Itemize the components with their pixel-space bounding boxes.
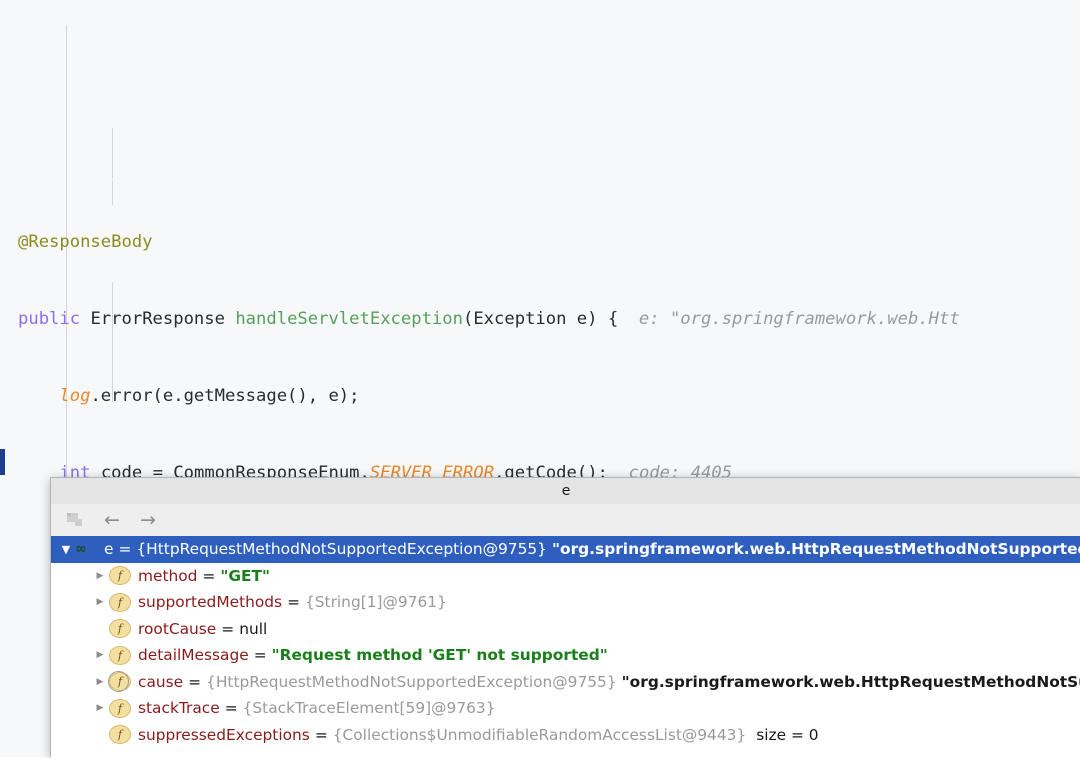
- tree-row-equals: =: [314, 725, 328, 744]
- field-icon: f: [109, 566, 131, 586]
- indent-guide-3: [112, 180, 113, 205]
- tree-row-name: detailMessage: [138, 646, 249, 665]
- tree-row-name: suppressedExceptions: [138, 725, 310, 744]
- popup-title: e: [51, 478, 1080, 504]
- code-line: public ErrorResponse handleServletExcept…: [18, 309, 960, 330]
- tree-row-name: e: [104, 540, 114, 559]
- tree-row-name: stackTrace: [138, 699, 220, 718]
- tree-row-value: {Collections$UnmodifiableRandomAccessLis…: [332, 725, 747, 744]
- chevron-down-icon[interactable]: ▼: [57, 543, 75, 556]
- tree-row[interactable]: ▶ f stackTrace = {StackTraceElement[59]@9763…: [51, 695, 1080, 722]
- back-arrow-icon[interactable]: ←: [101, 509, 123, 531]
- chevron-right-icon[interactable]: ▶: [91, 597, 109, 607]
- tree-row-equals: =: [118, 540, 132, 559]
- popup-toolbar[interactable]: ← →: [51, 504, 1080, 536]
- field-icon: f: [109, 619, 131, 639]
- chevron-right-icon[interactable]: ▶: [91, 703, 109, 713]
- indent-guide-2: [112, 128, 113, 179]
- tree-row-value: "Request method 'GET' not supported": [271, 646, 608, 665]
- tree-row-equals: =: [188, 672, 202, 691]
- tree-row-value: null: [239, 619, 268, 638]
- chevron-right-icon[interactable]: ▶: [91, 650, 109, 660]
- field-icon: f: [109, 645, 131, 665]
- tree-row[interactable]: ▶fsuppressedExceptions={Collections$Unmo…: [51, 722, 1080, 749]
- tree-row-name: cause: [138, 672, 184, 691]
- tree-row-value-tail: "org.springframework.web.HttpRequestMeth…: [551, 540, 1080, 559]
- tree-row-value-size: size = 0: [756, 725, 819, 744]
- variables-tree[interactable]: ▼ ∞ e = {HttpRequestMethodNotSupportedExcept…: [51, 536, 1080, 758]
- tree-row[interactable]: ▼ ∞ e = {HttpRequestMethodNotSupportedExcept…: [51, 536, 1080, 563]
- tree-row[interactable]: ▶frootCause=null: [51, 616, 1080, 643]
- tree-row-value: {HttpRequestMethodNotSupportedException@…: [206, 672, 617, 691]
- forward-arrow-icon[interactable]: →: [137, 509, 159, 531]
- tree-row-equals: =: [253, 646, 267, 665]
- field-icon: f: [109, 592, 131, 612]
- tree-row-equals: =: [287, 593, 300, 612]
- tree-row-name: rootCause: [138, 619, 217, 638]
- field-final-icon: f: [108, 671, 131, 693]
- code-line: log.error(e.getMessage(), e);: [59, 385, 360, 406]
- tree-row-equals: =: [221, 619, 235, 638]
- selected-line-gutter-bar: [0, 449, 5, 475]
- tree-row[interactable]: ▶ f supportedMethods = {String[1]@9761}: [51, 589, 1080, 616]
- tree-row-equals: =: [202, 566, 216, 585]
- debugger-value-popup[interactable]: e ← → ▼ ∞ e = {HttpRequestMethodNotSupported…: [50, 477, 1080, 758]
- field-icon: f: [109, 725, 131, 745]
- tree-row-value-tail: "org.springframework.web.HttpRequestMeth…: [621, 672, 1080, 691]
- tree-row-value: {HttpRequestMethodNotSupportedException@…: [136, 540, 547, 559]
- tree-row-value: "GET": [220, 566, 271, 585]
- code-line: @ResponseBody: [18, 232, 153, 253]
- chevron-right-icon[interactable]: ▶: [91, 677, 109, 687]
- tree-row[interactable]: ▶ f cause = {HttpRequestMethodNotSupportedEx…: [51, 669, 1080, 696]
- tree-row-equals: =: [224, 699, 238, 718]
- tree-row-name: method: [138, 566, 198, 585]
- tree-row-value: {StackTraceElement[59]@9763}: [242, 699, 496, 718]
- tree-row-name: supportedMethods: [138, 593, 283, 612]
- field-icon: f: [109, 698, 131, 718]
- frames-icon[interactable]: [65, 509, 87, 531]
- tree-row-value: {String[1]@9761}: [304, 593, 447, 612]
- tree-row[interactable]: ▶ f detailMessage = "Request method 'GET' no…: [51, 642, 1080, 669]
- chevron-right-icon[interactable]: ▶: [91, 571, 109, 581]
- tree-row[interactable]: ▶ f method = "GET": [51, 563, 1080, 590]
- watch-oo-icon: ∞: [75, 541, 87, 558]
